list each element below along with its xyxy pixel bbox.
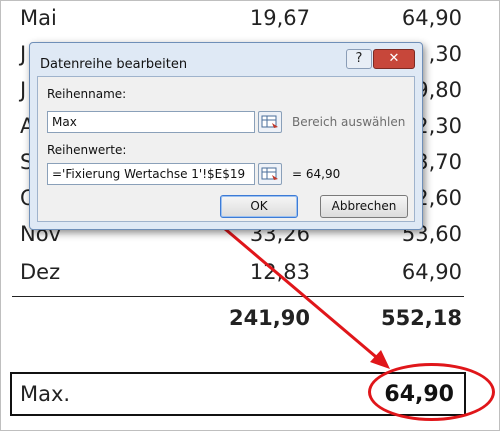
help-button[interactable]: ? <box>346 49 372 69</box>
edit-series-dialog: Datenreihe bearbeiten ? ✕ Reihenname: Ma… <box>29 42 423 230</box>
series-values-label: Reihenwerte: <box>47 143 127 157</box>
range-select-icon[interactable] <box>258 163 282 185</box>
dialog-title: Datenreihe bearbeiten <box>40 57 188 72</box>
select-range-hint: Bereich auswählen <box>292 115 406 129</box>
series-values-input[interactable]: ='Fixierung Wertachse 1'!$E$19 <box>47 163 255 185</box>
close-button[interactable]: ✕ <box>373 49 415 69</box>
series-values-result: = 64,90 <box>292 167 341 181</box>
dialog-body: Reihenname: Max Bereich auswählen Reihen… <box>37 76 415 222</box>
range-select-icon[interactable] <box>258 111 282 133</box>
series-name-input[interactable]: Max <box>47 111 255 133</box>
series-name-label: Reihenname: <box>47 87 127 101</box>
ok-button[interactable]: OK <box>220 195 298 218</box>
cancel-button[interactable]: Abbrechen <box>320 195 408 218</box>
